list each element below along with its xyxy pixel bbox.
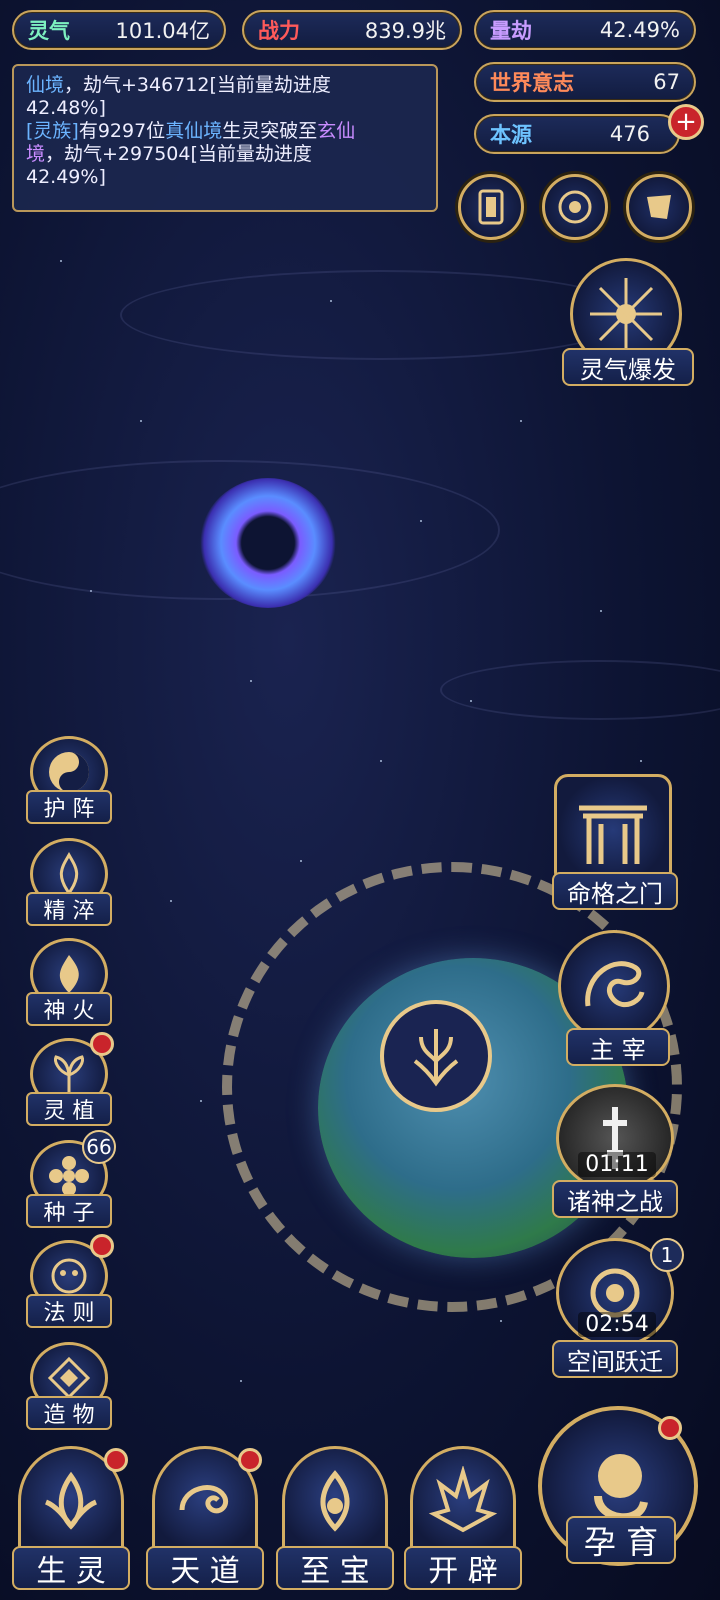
bottom-tian-dao-label: 天 道 — [146, 1546, 264, 1590]
menu-fa-ze[interactable]: 法 则 — [26, 1234, 114, 1332]
space-jump-badge: 1 — [650, 1238, 684, 1272]
zhong-zi-count-badge: 66 — [82, 1130, 116, 1164]
bottom-kai-pi-label: 开 辟 — [404, 1546, 522, 1590]
nurture-notification-dot — [658, 1416, 682, 1440]
lianjie-stat: 量劫 42.49% — [474, 10, 696, 50]
card-button[interactable] — [458, 174, 524, 240]
bottom-sheng-ling[interactable]: 生 灵 — [12, 1446, 130, 1596]
log-realm-4: 境 — [26, 143, 46, 165]
menu-zao-wu-label: 造 物 — [26, 1396, 112, 1430]
menu-ling-zhi[interactable]: 灵 植 — [26, 1032, 114, 1130]
dragon-icon — [585, 961, 645, 1007]
menu-zhong-zi-label: 种 子 — [26, 1194, 112, 1228]
nurture-label: 孕 育 — [566, 1516, 676, 1564]
lingqi-stat: 灵气 101.04亿 — [12, 10, 226, 50]
plus-icon: + — [675, 107, 697, 137]
log-text-1: ，劫气+346712[当前量劫进度 — [64, 74, 331, 96]
lingqi-value: 101.04亿 — [115, 19, 210, 43]
log-realm-3: 玄仙 — [317, 120, 356, 142]
gods-war-label: 诸神之战 — [552, 1180, 678, 1218]
bottom-tian-dao[interactable]: 天 道 — [146, 1446, 264, 1596]
log-text-3b: 生灵突破至 — [222, 120, 318, 142]
menu-hu-zhen-label: 护 阵 — [26, 790, 112, 824]
log-text-2: 42.48%] — [26, 97, 106, 119]
gate-icon — [579, 805, 647, 864]
benyuan-stat: 本源 476 — [474, 114, 680, 154]
scroll-icon — [647, 195, 671, 219]
starburst-icon — [590, 278, 662, 350]
menu-ling-zhi-label: 灵 植 — [26, 1092, 112, 1126]
space-jump-label: 空间跃迁 — [552, 1340, 678, 1378]
bottom-zhi-bao[interactable]: 至 宝 — [276, 1446, 394, 1596]
bottom-kai-pi[interactable]: 开 辟 — [404, 1446, 522, 1596]
lianjie-value: 42.49% — [599, 18, 680, 42]
tree-emblem-icon — [413, 1029, 459, 1087]
benyuan-label: 本源 — [490, 123, 532, 147]
master-label: 主 宰 — [566, 1028, 670, 1066]
menu-jing-cui[interactable]: 精 淬 — [26, 838, 112, 930]
fate-gate-label: 命格之门 — [552, 872, 678, 910]
master-button[interactable] — [558, 930, 670, 1042]
menu-jing-cui-label: 精 淬 — [26, 892, 112, 926]
world-will-value: 67 — [653, 70, 680, 94]
spiky-flame-icon — [410, 1446, 516, 1556]
menu-fa-ze-label: 法 则 — [26, 1294, 112, 1328]
log-realm-2: 真仙境 — [165, 120, 223, 142]
log-realm-1: 仙境 — [26, 74, 65, 96]
swirl-button[interactable] — [542, 174, 608, 240]
menu-zao-wu[interactable]: 造 物 — [26, 1342, 112, 1434]
scroll-button[interactable] — [626, 174, 692, 240]
world-will-stat: 世界意志 67 — [474, 62, 696, 102]
log-text-5: 42.49%] — [26, 166, 106, 188]
tian-dao-notification-dot — [238, 1448, 262, 1472]
menu-hu-zhen[interactable]: 护 阵 — [26, 736, 112, 828]
menu-shen-huo-label: 神 火 — [26, 992, 112, 1026]
menu-zhong-zi[interactable]: 种 子 66 — [26, 1130, 116, 1232]
lianjie-label: 量劫 — [490, 19, 532, 43]
fate-gate-button[interactable] — [554, 774, 672, 886]
sheng-ling-notification-dot — [104, 1448, 128, 1472]
portal-vortex[interactable] — [200, 478, 336, 608]
card-icon — [478, 189, 504, 225]
planet-emblem-button[interactable] — [380, 1000, 492, 1112]
gods-war-timer: 01:11 — [578, 1152, 656, 1177]
benyuan-value: 476 — [609, 122, 650, 146]
swirl-icon — [558, 190, 592, 224]
treasure-flame-icon — [282, 1446, 388, 1556]
log-text-3a: 有9297位 — [78, 120, 166, 142]
zhanli-value: 839.9兆 — [364, 19, 446, 43]
zhanli-label: 战力 — [258, 19, 300, 43]
benyuan-add-button[interactable]: + — [668, 104, 704, 140]
zhanli-stat: 战力 839.9兆 — [242, 10, 462, 50]
event-log: 仙境，劫气+346712[当前量劫进度 42.48%] [灵族]有9297位真仙… — [12, 64, 438, 212]
world-will-label: 世界意志 — [490, 71, 574, 95]
ling-zhi-notification-dot — [90, 1032, 114, 1056]
log-race: [灵族] — [26, 120, 79, 142]
bottom-zhi-bao-label: 至 宝 — [276, 1546, 394, 1590]
log-text-4: ，劫气+297504[当前量劫进度 — [45, 143, 312, 165]
lingqi-label: 灵气 — [28, 19, 70, 43]
bottom-sheng-ling-label: 生 灵 — [12, 1546, 130, 1590]
spirit-burst-label: 灵气爆发 — [562, 348, 694, 386]
fa-ze-notification-dot — [90, 1234, 114, 1258]
menu-shen-huo[interactable]: 神 火 — [26, 938, 112, 1030]
space-jump-timer: 02:54 — [578, 1312, 656, 1337]
